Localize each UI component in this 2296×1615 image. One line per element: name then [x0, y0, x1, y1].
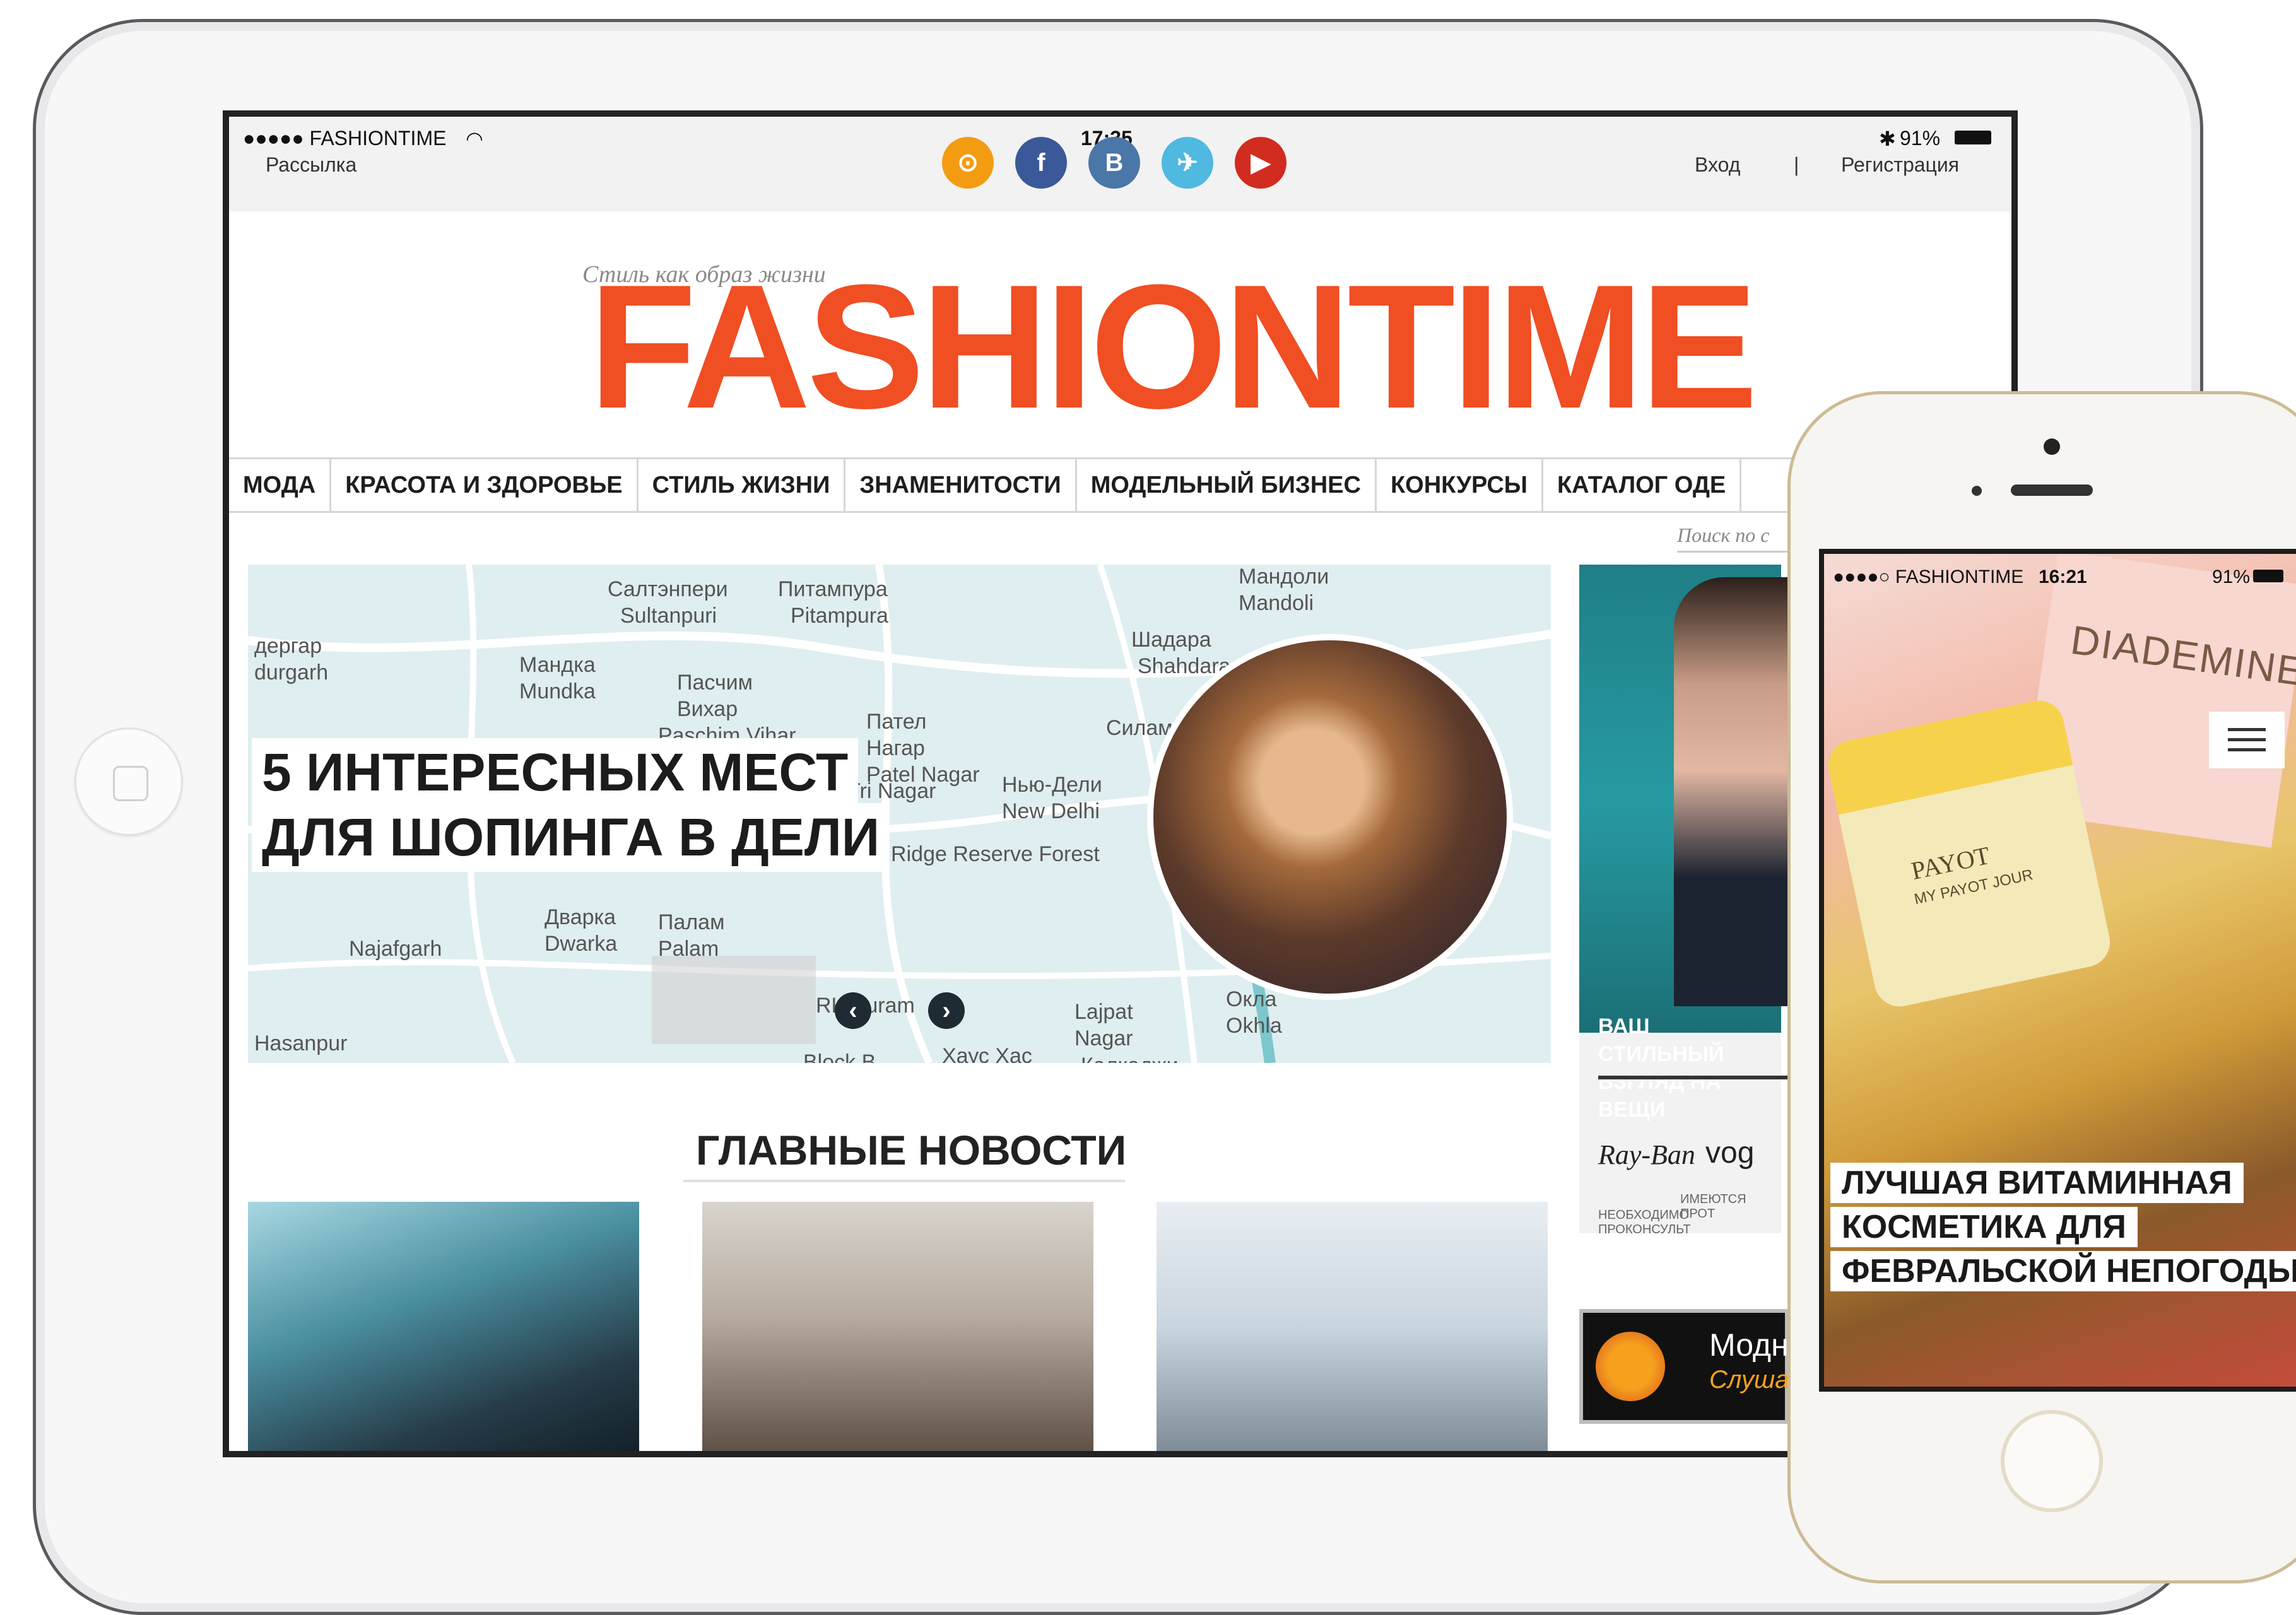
- hero-headline-line2[interactable]: ДЛЯ ШОПИНГА В ДЕЛИ: [252, 803, 890, 872]
- map-label: Mundka: [519, 679, 596, 703]
- map-label: Хаус Хас: [942, 1044, 1032, 1063]
- map-label: Lajpat: [1074, 1000, 1133, 1024]
- map-label: дергар: [254, 634, 322, 658]
- map-label: Hasanpur: [254, 1031, 348, 1055]
- phone-speaker: [2011, 484, 2093, 496]
- hamburger-icon: [2228, 728, 2266, 731]
- map-label: Block B: [803, 1050, 876, 1063]
- login-link[interactable]: Вход: [1695, 153, 1740, 177]
- register-link[interactable]: Регистрация: [1841, 153, 1959, 177]
- map-label: Nagar: [1074, 1026, 1133, 1050]
- home-square-icon: [113, 766, 148, 801]
- map-label: Sultanpuri: [620, 604, 717, 628]
- map-label: Палам: [658, 910, 725, 934]
- bluetooth-icon: ✱: [1879, 127, 1896, 150]
- map-label: Palam: [658, 937, 719, 961]
- hamburger-menu-button[interactable]: [2209, 712, 2285, 768]
- map-label: Вихар: [677, 697, 738, 721]
- map-label: Мандоли: [1239, 565, 1329, 589]
- radio-banner[interactable]: Модн Слуша: [1579, 1309, 1789, 1424]
- map-label: Салтэнпери: [608, 577, 728, 601]
- phone-headline-line1[interactable]: ЛУЧШАЯ ВИТАМИННАЯ: [1830, 1163, 2244, 1203]
- carrier-label: ●●●●● FASHIONTIME: [243, 127, 447, 150]
- map-label: Mandoli: [1239, 591, 1314, 615]
- phone-screen: DIADEMINE PAYOT MY PAYOT JOUR ●●●●○ FASH…: [1819, 549, 2296, 1392]
- ad-brand-rayban: Ray-Ban: [1598, 1139, 1695, 1170]
- map-label: Dwarka: [545, 932, 618, 956]
- news-thumb-camera[interactable]: [1157, 1202, 1548, 1451]
- youtube-icon[interactable]: ▶: [1235, 137, 1286, 189]
- ad-model-photo: [1674, 577, 1800, 1006]
- wifi-icon: ◠: [466, 127, 483, 150]
- newsletter-link[interactable]: Рассылка: [266, 153, 356, 177]
- map-label: Нагар: [866, 736, 925, 760]
- map-label: Pitampura: [791, 604, 888, 628]
- map-label: New Delhi: [1002, 799, 1100, 823]
- map-label: Питампура: [778, 577, 888, 601]
- social-links: ⊙ f B ✈ ▶: [942, 137, 1286, 189]
- radio-logo-icon: [1596, 1332, 1665, 1401]
- phone-camera: [2044, 438, 2060, 455]
- phone-headline-line2[interactable]: КОСМЕТИКА ДЛЯ: [1830, 1207, 2138, 1247]
- map-label: Дварка: [545, 905, 616, 929]
- map-label: Шадара: [1131, 628, 1211, 652]
- hero-slider[interactable]: Салтэнпери Sultanpuri Питампура Pitampura Ма…: [248, 565, 1551, 1063]
- tablet-home-button[interactable]: [74, 727, 183, 836]
- search-input[interactable]: Поиск по с: [1677, 519, 1803, 553]
- phone-clock: 16:21: [2039, 567, 2087, 587]
- ad-brand-vogue: vog: [1705, 1136, 1755, 1170]
- auth-divider: |: [1794, 153, 1799, 176]
- rss-icon[interactable]: ⊙: [942, 137, 994, 189]
- product-brand-diademine: DIADEMINE: [2068, 616, 2296, 695]
- phone-carrier: ●●●●○ FASHIONTIME: [1833, 567, 2024, 587]
- map-label: Najafgarh: [349, 937, 442, 961]
- sidebar-ad[interactable]: ВАШ СТИЛЬНЫЙ ВЗГЛЯД НА ВЕЩИ Ray-Ban vog …: [1579, 565, 1800, 1236]
- glasses-icon: [1598, 1076, 1787, 1111]
- ad-fineprint-2: НЕОБХОДИМО ПРОКОНСУЛЬТ: [1598, 1208, 1691, 1236]
- nav-item[interactable]: КРАСОТА И ЗДОРОВЬЕ: [331, 459, 639, 511]
- news-title-underline: [683, 1180, 1125, 1182]
- phone-headline-line3[interactable]: ФЕВРАЛЬСКОЙ НЕПОГОДЫ: [1830, 1251, 2296, 1291]
- map-label: Пасчим: [677, 671, 753, 695]
- news-thumb-car[interactable]: [248, 1202, 639, 1451]
- site-logo[interactable]: FASHIONTIME: [589, 259, 1758, 435]
- radio-banner-line2: Слуша: [1709, 1366, 1789, 1394]
- nav-item[interactable]: СТИЛЬ ЖИЗНИ: [639, 459, 846, 511]
- twitter-icon[interactable]: ✈: [1162, 137, 1213, 189]
- hero-photo: [1147, 634, 1513, 1000]
- map-label: Нью-Дели: [1002, 773, 1102, 797]
- next-slide-button[interactable]: ›: [928, 992, 965, 1029]
- phone-home-button[interactable]: [2001, 1410, 2103, 1512]
- battery-icon: [1955, 131, 1991, 144]
- nav-item[interactable]: МОДЕЛЬНЫЙ БИЗНЕС: [1077, 459, 1377, 511]
- map-label: Силам: [1106, 716, 1173, 740]
- hamburger-icon: [2228, 748, 2266, 751]
- vkontakte-icon[interactable]: B: [1088, 137, 1140, 189]
- status-bar: ●●●●● FASHIONTIME ◠ 17:35 ✱ 91% Рассылка…: [229, 117, 2011, 211]
- map-label: Окла: [1226, 987, 1277, 1011]
- map-label: Tri Nagar: [847, 779, 936, 803]
- nav-item[interactable]: КАТАЛОГ ОДЕ: [1543, 459, 1742, 511]
- phone-battery-percent: 91%: [2212, 567, 2251, 587]
- nav-item[interactable]: КОНКУРСЫ: [1377, 459, 1543, 511]
- main-nav: МОДА КРАСОТА И ЗДОРОВЬЕ СТИЛЬ ЖИЗНИ ЗНАМЕНИ…: [229, 457, 2011, 513]
- map-label: durgarh: [254, 661, 329, 684]
- main-news-title: ГЛАВНЫЕ НОВОСТИ: [696, 1127, 1127, 1173]
- map-label: Пател: [866, 710, 927, 734]
- map-label: Мандка: [519, 653, 596, 677]
- battery-percent: 91%: [1900, 127, 1941, 150]
- prev-slide-button[interactable]: ‹: [835, 992, 871, 1029]
- tablet-screen: ●●●●● FASHIONTIME ◠ 17:35 ✱ 91% Рассылка…: [223, 110, 2018, 1457]
- phone-sensor: [1972, 486, 1982, 496]
- hero-headline-line1[interactable]: 5 ИНТЕРЕСНЫХ МЕСТ: [252, 738, 859, 807]
- news-thumb-runway[interactable]: [702, 1202, 1093, 1451]
- nav-item[interactable]: МОДА: [229, 459, 332, 511]
- map-label: Калкаджи: [1081, 1054, 1179, 1063]
- facebook-icon[interactable]: f: [1015, 137, 1067, 189]
- nav-item[interactable]: ЗНАМЕНИТОСТИ: [845, 459, 1077, 511]
- phone-battery-icon: [2253, 570, 2283, 582]
- hamburger-icon: [2228, 738, 2266, 741]
- radio-banner-line1: Модн: [1709, 1327, 1789, 1363]
- map-label: Okhla: [1226, 1014, 1282, 1038]
